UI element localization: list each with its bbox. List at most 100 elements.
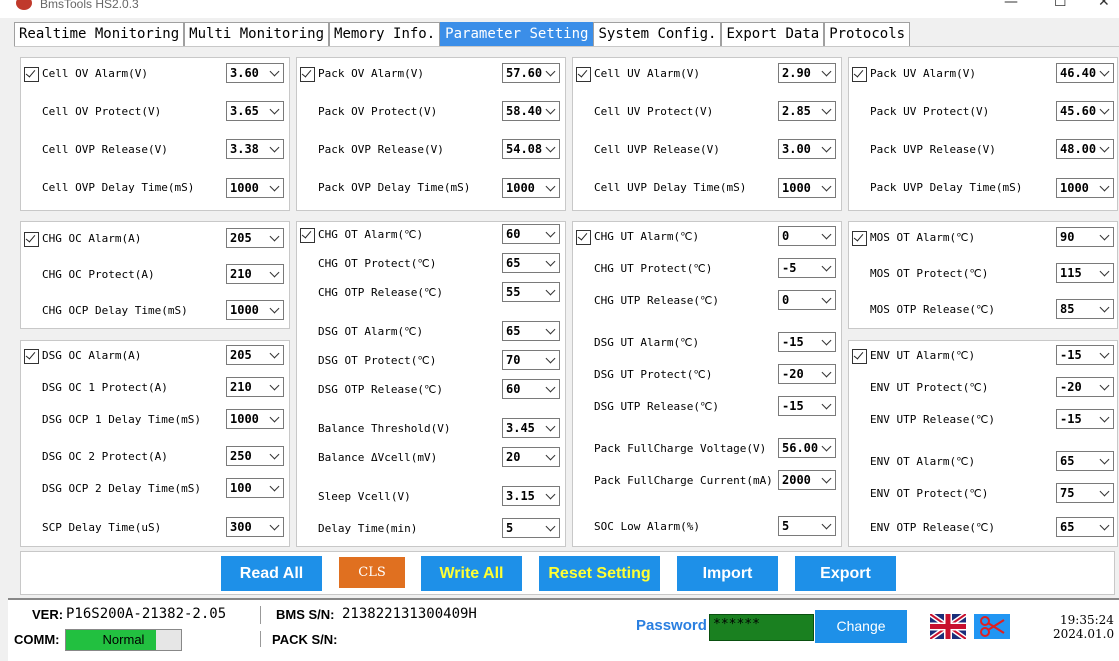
param-label: MOS OTP Release(℃) <box>870 303 995 316</box>
tab-export-data[interactable]: Export Data <box>721 22 825 46</box>
checkbox[interactable] <box>852 231 867 246</box>
export-button[interactable]: Export <box>795 556 896 591</box>
param-select[interactable]: 0 <box>778 226 836 246</box>
cls-button[interactable]: CLS <box>339 557 405 588</box>
param-select[interactable]: 90 <box>1056 227 1114 247</box>
param-select[interactable]: 65 <box>1056 451 1114 471</box>
import-button[interactable]: Import <box>677 556 778 591</box>
param-select[interactable]: 3.38 <box>226 139 284 159</box>
param-select[interactable]: 0 <box>778 290 836 310</box>
param-select[interactable]: 3.15 <box>502 486 560 506</box>
uk-flag-icon[interactable] <box>930 614 966 639</box>
param-select[interactable]: 210 <box>226 377 284 397</box>
param-value: 45.60 <box>1060 104 1097 118</box>
param-select[interactable]: 210 <box>226 264 284 284</box>
param-select[interactable]: 3.60 <box>226 63 284 83</box>
param-select[interactable]: 1000 <box>226 300 284 320</box>
maximize-icon[interactable]: ☐ <box>1054 0 1067 10</box>
checkbox[interactable] <box>24 67 39 82</box>
param-select[interactable]: 100 <box>226 478 284 498</box>
tab-memory-info[interactable]: Memory Info. <box>329 22 441 46</box>
param-select[interactable]: -15 <box>1056 409 1114 429</box>
param-select[interactable]: 2000 <box>778 470 836 490</box>
tab-protocols[interactable]: Protocols <box>824 22 911 46</box>
reset-setting-button[interactable]: Reset Setting <box>539 556 660 591</box>
param-select[interactable]: 70 <box>502 350 560 370</box>
write-all-button[interactable]: Write All <box>421 556 522 591</box>
tab-system-config[interactable]: System Config. <box>593 22 722 46</box>
param-select[interactable]: 65 <box>502 253 560 273</box>
param-select[interactable]: 300 <box>226 517 284 537</box>
param-select[interactable]: 20 <box>502 447 560 467</box>
param-select[interactable]: 57.60 <box>502 63 560 83</box>
param-select[interactable]: 75 <box>1056 483 1114 503</box>
param-select[interactable]: 2.90 <box>778 63 836 83</box>
param-select[interactable]: 205 <box>226 228 284 248</box>
param-select[interactable]: 56.00 <box>778 438 836 458</box>
param-select[interactable]: -15 <box>778 396 836 416</box>
param-select[interactable]: -20 <box>778 364 836 384</box>
chevron-down-icon <box>1099 380 1110 391</box>
param-select[interactable]: 2.85 <box>778 101 836 121</box>
param-select[interactable]: -5 <box>778 258 836 278</box>
param-select[interactable]: 3.00 <box>778 139 836 159</box>
checkbox[interactable] <box>300 67 315 82</box>
param-select[interactable]: 65 <box>1056 517 1114 537</box>
param-select[interactable]: 5 <box>502 518 560 538</box>
checkbox[interactable] <box>576 67 591 82</box>
param-select[interactable]: 5 <box>778 516 836 536</box>
tab-realtime-monitoring[interactable]: Realtime Monitoring <box>14 22 185 46</box>
param-select[interactable]: 1000 <box>226 178 284 198</box>
close-icon[interactable]: ✕ <box>1098 0 1110 10</box>
checkbox[interactable] <box>576 230 591 245</box>
param-select[interactable]: 46.40 <box>1056 63 1114 83</box>
param-select[interactable]: 115 <box>1056 263 1114 283</box>
param-select[interactable]: -15 <box>778 332 836 352</box>
change-password-button[interactable]: Change <box>815 610 907 643</box>
param-value: 85 <box>1060 302 1075 316</box>
scissors-icon[interactable] <box>974 614 1010 639</box>
chevron-down-icon <box>821 519 832 530</box>
param-select[interactable]: 54.08 <box>502 139 560 159</box>
minimize-icon[interactable]: — <box>1004 0 1018 10</box>
param-value: 1000 <box>230 412 259 426</box>
param-select[interactable]: 48.00 <box>1056 139 1114 159</box>
param-select[interactable]: 45.60 <box>1056 101 1114 121</box>
param-value: -5 <box>782 261 797 275</box>
checkbox[interactable] <box>24 232 39 247</box>
param-select[interactable]: 55 <box>502 282 560 302</box>
param-value: 2000 <box>782 473 811 487</box>
param-select[interactable]: 58.40 <box>502 101 560 121</box>
param-select[interactable]: 65 <box>502 321 560 341</box>
param-value: 90 <box>1060 230 1075 244</box>
read-all-button[interactable]: Read All <box>221 556 322 591</box>
panel-env-temp <box>848 340 1118 547</box>
checkbox[interactable] <box>24 349 39 364</box>
param-value: 65 <box>1060 520 1075 534</box>
param-select[interactable]: 1000 <box>778 178 836 198</box>
checkbox[interactable] <box>852 67 867 82</box>
param-select[interactable]: 3.45 <box>502 418 560 438</box>
param-label: CHG OT Alarm(℃) <box>318 228 424 241</box>
tab-parameter-setting[interactable]: Parameter Setting <box>440 22 594 46</box>
param-select[interactable]: 1000 <box>226 409 284 429</box>
param-select[interactable]: 205 <box>226 345 284 365</box>
param-label: CHG UT Alarm(℃) <box>594 230 700 243</box>
param-value: 60 <box>506 382 521 396</box>
param-select[interactable]: 60 <box>502 379 560 399</box>
checkbox[interactable] <box>300 228 315 243</box>
tab-multi-monitoring[interactable]: Multi Monitoring <box>184 22 330 46</box>
param-select[interactable]: -15 <box>1056 345 1114 365</box>
checkbox[interactable] <box>852 349 867 364</box>
param-select[interactable]: 1000 <box>502 178 560 198</box>
param-label: DSG OCP 2 Delay Time(mS) <box>42 482 201 495</box>
password-input[interactable]: ****** <box>709 614 814 641</box>
param-select[interactable]: 60 <box>502 224 560 244</box>
chevron-down-icon <box>545 324 556 335</box>
param-select[interactable]: 85 <box>1056 299 1114 319</box>
param-select[interactable]: 250 <box>226 446 284 466</box>
param-select[interactable]: -20 <box>1056 377 1114 397</box>
param-select[interactable]: 3.65 <box>226 101 284 121</box>
param-value: -20 <box>1060 380 1082 394</box>
param-select[interactable]: 1000 <box>1056 178 1114 198</box>
